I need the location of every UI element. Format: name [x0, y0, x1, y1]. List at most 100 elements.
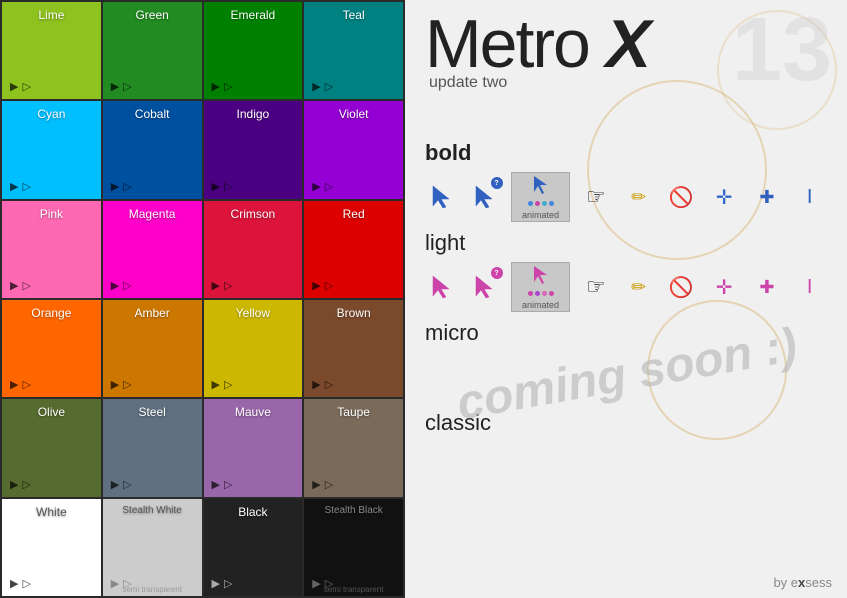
color-tile-green[interactable]: Green — [103, 2, 202, 99]
bold-cross-cursor[interactable]: ✚ — [750, 179, 785, 215]
color-tile-mauve[interactable]: Mauve — [204, 399, 303, 496]
coming-soon-container: coming soon :) — [425, 352, 827, 402]
cursor-outline-icon — [224, 375, 232, 391]
cursor-outline-icon — [123, 177, 131, 193]
cursor-arrow-icon — [312, 375, 320, 391]
bold-arrow-badge-cursor[interactable]: ? — [468, 179, 503, 215]
color-tile-lime[interactable]: Lime — [2, 2, 101, 99]
color-tile-stealth-black[interactable]: Stealth Black semi transparent — [304, 499, 403, 596]
color-tile-yellow[interactable]: Yellow — [204, 300, 303, 397]
cursor-outline-icon — [123, 77, 131, 93]
cursor-arrow-icon — [10, 574, 18, 590]
light-move-cursor[interactable]: ✛ — [707, 269, 742, 305]
cursor-arrow-icon — [111, 77, 119, 93]
light-animated-cursor[interactable]: animated — [511, 262, 571, 312]
color-tile-amber[interactable]: Amber — [103, 300, 202, 397]
cursor-arrow-icon — [212, 177, 220, 193]
light-hand-cursor[interactable]: ☞ — [578, 269, 613, 305]
tile-cursors — [111, 475, 132, 491]
tile-label-indigo: Indigo — [212, 107, 295, 121]
tile-cursors — [111, 77, 132, 93]
color-tile-magenta[interactable]: Magenta — [103, 201, 202, 298]
tile-cursors — [10, 574, 31, 590]
tile-cursors — [212, 475, 233, 491]
color-tile-black[interactable]: Black — [204, 499, 303, 596]
cursor-arrow-icon — [312, 177, 320, 193]
bold-ibeam-cursor[interactable]: I — [792, 179, 827, 215]
tile-cursors — [10, 375, 31, 391]
tile-cursors — [111, 276, 132, 292]
light-arrow-badge-cursor[interactable]: ? — [468, 269, 503, 305]
color-tile-white[interactable]: White — [2, 499, 101, 596]
bold-arrow-cursor[interactable] — [425, 179, 460, 215]
light-ibeam-cursor[interactable]: I — [792, 269, 827, 305]
cursor-sections: bold ? — [425, 140, 827, 442]
bold-move-cursor[interactable]: ✛ — [707, 179, 742, 215]
cursor-outline-icon — [224, 276, 232, 292]
tile-label-magenta: Magenta — [111, 207, 194, 221]
color-tile-steel[interactable]: Steel — [103, 399, 202, 496]
tile-label-orange: Orange — [10, 306, 93, 320]
tile-label-cyan: Cyan — [10, 107, 93, 121]
cursor-arrow-icon — [212, 276, 220, 292]
color-tile-cobalt[interactable]: Cobalt — [103, 101, 202, 198]
cursor-outline-icon — [325, 77, 333, 93]
cursor-outline-icon — [325, 375, 333, 391]
cursor-arrow-icon — [10, 177, 18, 193]
cursor-arrow-icon — [312, 276, 320, 292]
cursor-outline-icon — [22, 375, 30, 391]
cursor-arrow-icon — [212, 475, 220, 491]
tile-cursors — [212, 77, 233, 93]
tile-cursors — [111, 375, 132, 391]
cursor-outline-icon — [22, 475, 30, 491]
bold-pen-cursor[interactable]: ✏ — [621, 179, 656, 215]
semi-transparent-label: semi transparent — [103, 585, 202, 594]
light-arrow-cursor[interactable] — [425, 269, 460, 305]
light-no-cursor[interactable]: 🚫 — [664, 269, 699, 305]
bold-hand-cursor[interactable]: ☞ — [578, 179, 613, 215]
tile-label-black: Black — [212, 505, 295, 519]
cursor-arrow-icon — [10, 375, 18, 391]
bold-no-cursor[interactable]: 🚫 — [664, 179, 699, 215]
cursor-outline-icon — [325, 475, 333, 491]
color-tile-emerald[interactable]: Emerald — [204, 2, 303, 99]
color-tile-crimson[interactable]: Crimson — [204, 201, 303, 298]
tile-label-olive: Olive — [10, 405, 93, 419]
color-tile-orange[interactable]: Orange — [2, 300, 101, 397]
bold-cursor-row: ? animated ☞ — [425, 172, 827, 222]
color-tile-pink[interactable]: Pink — [2, 201, 101, 298]
cursor-arrow-icon — [111, 475, 119, 491]
right-panel: 13 Metro X update two bold ? — [405, 0, 847, 598]
cursor-outline-icon — [224, 475, 232, 491]
tile-label-amber: Amber — [111, 306, 194, 320]
tile-label-taupe: Taupe — [312, 405, 395, 419]
light-cursor-row: ? animated ☞ — [425, 262, 827, 312]
semi-transparent-label: semi transparent — [304, 585, 403, 594]
bold-animated-cursor[interactable]: animated — [511, 172, 571, 222]
tile-label-red: Red — [312, 207, 395, 221]
color-tile-stealth-white[interactable]: Stealth White semi transparent — [103, 499, 202, 596]
color-tile-brown[interactable]: Brown — [304, 300, 403, 397]
tile-cursors — [212, 375, 233, 391]
tile-label-stealth-white: Stealth White — [111, 505, 194, 516]
tile-cursors — [212, 574, 233, 590]
tile-label-emerald: Emerald — [212, 8, 295, 22]
tile-label-stealth-black: Stealth Black — [312, 505, 395, 516]
footer-ex: x — [798, 575, 805, 590]
color-tile-olive[interactable]: Olive — [2, 399, 101, 496]
color-tile-indigo[interactable]: Indigo — [204, 101, 303, 198]
section-micro: micro coming soon :) — [425, 320, 827, 402]
cursor-outline-icon — [22, 177, 30, 193]
color-tile-cyan[interactable]: Cyan — [2, 101, 101, 198]
color-tile-teal[interactable]: Teal — [304, 2, 403, 99]
tile-cursors — [312, 177, 333, 193]
cursor-arrow-icon — [10, 475, 18, 491]
color-tile-violet[interactable]: Violet — [304, 101, 403, 198]
light-pen-cursor[interactable]: ✏ — [621, 269, 656, 305]
color-tile-taupe[interactable]: Taupe — [304, 399, 403, 496]
tile-label-mauve: Mauve — [212, 405, 295, 419]
color-tile-red[interactable]: Red — [304, 201, 403, 298]
cursor-arrow-icon — [212, 77, 220, 93]
tile-cursors — [312, 475, 333, 491]
light-cross-cursor[interactable]: ✚ — [750, 269, 785, 305]
